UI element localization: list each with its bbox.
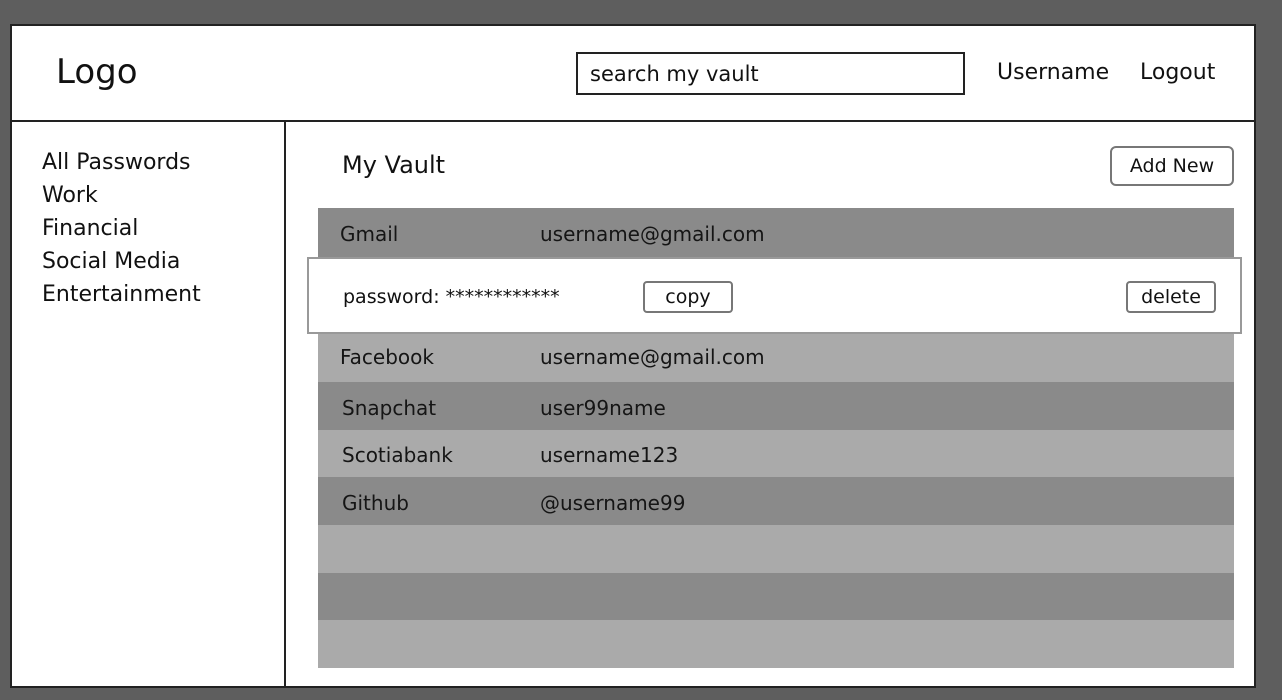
entry-site: Snapchat — [342, 396, 437, 420]
entry-username: user99name — [540, 396, 666, 420]
entry-username: username123 — [540, 443, 679, 467]
table-row-empty — [318, 573, 1234, 620]
logout-link[interactable]: Logout — [1140, 58, 1215, 88]
table-row[interactable]: Snapchat user99name — [318, 382, 1234, 430]
search-input[interactable] — [576, 52, 965, 95]
copy-button[interactable]: copy — [643, 281, 733, 313]
page-title: My Vault — [342, 151, 446, 179]
logo: Logo — [56, 52, 138, 92]
table-row[interactable]: Gmail username@gmail.com — [318, 208, 1234, 257]
password-detail-panel: password: ************ copy delete — [307, 257, 1242, 334]
table-row[interactable]: Github @username99 — [318, 477, 1234, 525]
sidebar-item-all-passwords[interactable]: All Passwords — [42, 146, 201, 179]
sidebar: All Passwords Work Financial Social Medi… — [12, 122, 286, 686]
delete-button[interactable]: delete — [1126, 281, 1216, 313]
password-label: password: ************ — [343, 286, 560, 308]
entry-site: Gmail — [340, 222, 399, 246]
table-row-empty — [318, 620, 1234, 668]
app-window: Logo Username Logout All Passwords Work … — [10, 24, 1256, 688]
username-link[interactable]: Username — [997, 58, 1109, 88]
sidebar-item-entertainment[interactable]: Entertainment — [42, 278, 201, 311]
sidebar-item-work[interactable]: Work — [42, 179, 201, 212]
entry-site: Github — [342, 491, 409, 515]
entry-username: @username99 — [540, 491, 686, 515]
header: Logo Username Logout — [12, 26, 1254, 122]
sidebar-item-social-media[interactable]: Social Media — [42, 245, 201, 278]
table-row-empty — [318, 525, 1234, 573]
entry-site: Scotiabank — [342, 443, 453, 467]
entry-username: username@gmail.com — [540, 222, 765, 246]
table-row[interactable]: Scotiabank username123 — [318, 430, 1234, 477]
sidebar-nav: All Passwords Work Financial Social Medi… — [42, 146, 201, 311]
sidebar-item-financial[interactable]: Financial — [42, 212, 201, 245]
add-new-button[interactable]: Add New — [1110, 146, 1234, 186]
